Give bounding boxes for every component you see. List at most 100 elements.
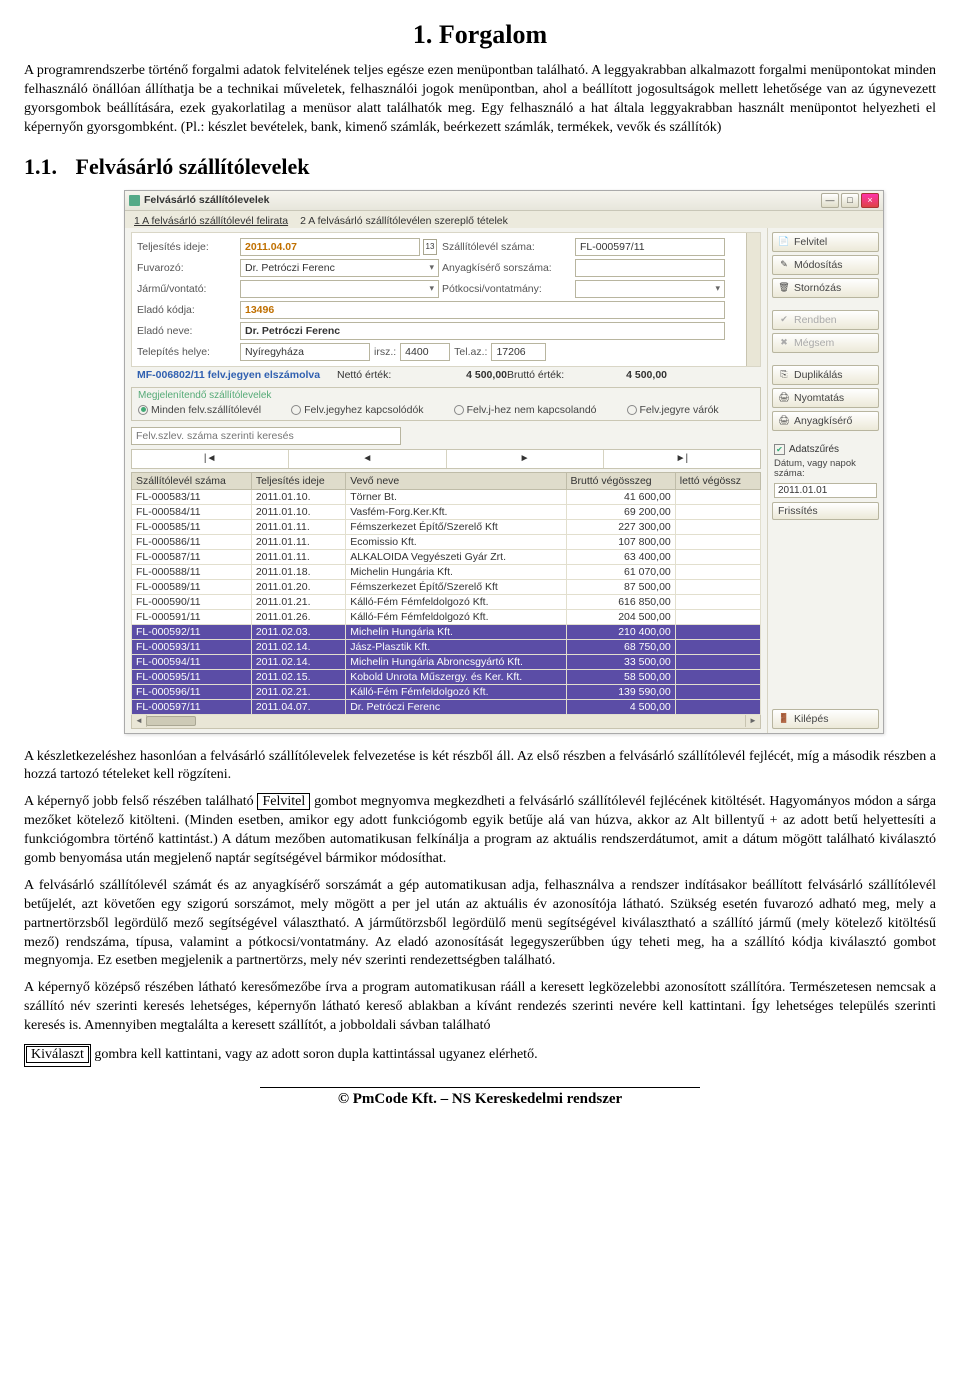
grid-hscroll[interactable] [131, 715, 761, 729]
nav-first[interactable]: |◄ [132, 450, 289, 468]
col-ido[interactable]: Teljesítés ideje [251, 472, 345, 489]
nav-prev[interactable]: ◄ [289, 450, 446, 468]
para-after-4: A képernyő középső részében látható kere… [24, 979, 936, 1036]
lbl-brutto: Bruttó érték: [507, 369, 587, 381]
table-row[interactable]: FL-000597/112011.04.07.Dr. Petróczi Fere… [132, 699, 761, 714]
filter-box: Megjelenítendő szállítólevelek Minden fe… [131, 387, 761, 421]
edit-icon: ✎ [778, 259, 790, 271]
footer-text: © PmCode Kft. – NS Kereskedelmi rendszer [24, 1091, 936, 1108]
fld-elado-kodja[interactable]: 13496 [240, 301, 725, 319]
table-row[interactable]: FL-000596/112011.02.21.Kálló-Fém Fémfeld… [132, 684, 761, 699]
summary-row: MF-006802/11 felv.jegyen elszámolva Nett… [131, 367, 761, 383]
fld-anyagkisero[interactable] [575, 259, 725, 277]
lbl-szallitolevel: Szállítólevél száma: [442, 241, 572, 253]
fld-telaz[interactable]: 17206 [491, 343, 546, 361]
fld-teljesites[interactable]: 2011.04.07 [240, 238, 420, 256]
section-heading: 1.1. Felvásárló szállítólevelek [24, 154, 936, 180]
cancel-icon: 🗑 [778, 282, 790, 294]
btn-frissites[interactable]: Frissítés [772, 502, 879, 520]
table-row[interactable]: FL-000585/112011.01.11.Fémszerkezet Épít… [132, 519, 761, 534]
radio-all[interactable]: Minden felv.szállítólevél [138, 404, 261, 416]
val-netto: 4 500,00 [427, 369, 507, 381]
radio-linked[interactable]: Felv.jegyhez kapcsolódók [291, 404, 423, 416]
tab-header[interactable]: 1 A felvásárló szállítólevél felirata [131, 214, 291, 228]
app-icon [129, 195, 140, 206]
intro-paragraph: A programrendszerbe történő forgalmi ada… [24, 62, 936, 138]
tab-items[interactable]: 2 A felvásárló szállítólevélen szereplő … [297, 214, 511, 228]
right-panel: 📄Felvitel ✎Módosítás 🗑Stornózás ✔Rendben… [767, 228, 883, 733]
table-row[interactable]: FL-000588/112011.01.18.Michelin Hungária… [132, 564, 761, 579]
fld-potkocsi[interactable] [575, 280, 725, 298]
btn-modositas[interactable]: ✎Módosítás [772, 255, 879, 275]
lbl-elado-neve: Eladó neve: [137, 325, 237, 337]
table-row[interactable]: FL-000584/112011.01.10.Vasfém-Forg.Ker.K… [132, 504, 761, 519]
fld-fuvarozo[interactable]: Dr. Petróczi Ferenc [240, 259, 439, 277]
table-row[interactable]: FL-000593/112011.02.14.Jász-Plasztik Kft… [132, 639, 761, 654]
calendar-icon[interactable]: 13 [423, 239, 437, 255]
btn-kilepes[interactable]: 🚪Kilépés [772, 709, 879, 729]
btn-duplikalas[interactable]: ⎘Duplikálás [772, 365, 879, 385]
plus-icon: 📄 [778, 236, 790, 248]
col-szam[interactable]: Szállítólevél száma [132, 472, 252, 489]
radio-waiting[interactable]: Felv.jegyre várók [627, 404, 719, 416]
btn-megsem: ✖Mégsem [772, 333, 879, 353]
para-after-3: A felvásárló szállítólevél számát és az … [24, 877, 936, 971]
app-window: Felvásárló szállítólevelek — □ × 1 A fel… [124, 190, 884, 734]
radio-notlinked[interactable]: Felv.j-hez nem kapcsolandó [454, 404, 597, 416]
lbl-telaz: Tel.az.: [454, 346, 487, 358]
col-vevo[interactable]: Vevő neve [346, 472, 566, 489]
table-row[interactable]: FL-000590/112011.01.21.Kálló-Fém Fémfeld… [132, 594, 761, 609]
btn-nyomtatas[interactable]: 🖨Nyomtatás [772, 388, 879, 408]
chk-adatszures[interactable]: ✔Adatszűrés [772, 443, 879, 456]
table-row[interactable]: FL-000589/112011.01.20.Fémszerkezet Épít… [132, 579, 761, 594]
fld-elado-neve[interactable]: Dr. Petróczi Ferenc [240, 322, 725, 340]
search-row [131, 427, 761, 445]
table-row[interactable]: FL-000587/112011.01.11.ALKALOIDA Vegyész… [132, 549, 761, 564]
check-icon: ✔ [778, 314, 790, 326]
inline-kivalaszt-button: Kiválaszt [24, 1044, 91, 1067]
lbl-irsz: irsz.: [374, 346, 396, 358]
table-row[interactable]: FL-000583/112011.01.10.Törner Bt.41 600,… [132, 489, 761, 504]
window-title: Felvásárló szállítólevelek [144, 194, 270, 206]
col-brutto[interactable]: Bruttó végösszeg [566, 472, 675, 489]
doc-icon: 🖨 [778, 415, 790, 427]
fld-jarmu[interactable] [240, 280, 439, 298]
table-row[interactable]: FL-000594/112011.02.14.Michelin Hungária… [132, 654, 761, 669]
form-scrollbar[interactable] [746, 233, 760, 366]
btn-anyagkisero[interactable]: 🖨Anyagkísérő [772, 411, 879, 431]
table-row[interactable]: FL-000595/112011.02.15.Kobold Unrota Műs… [132, 669, 761, 684]
fld-irsz[interactable]: 4400 [400, 343, 450, 361]
table-row[interactable]: FL-000592/112011.02.03.Michelin Hungária… [132, 624, 761, 639]
maximize-button[interactable]: □ [841, 193, 859, 208]
tab-strip: 1 A felvásárló szállítólevél felirata 2 … [125, 211, 883, 228]
lbl-potkocsi: Pótkocsi/vontatmány: [442, 283, 572, 295]
fld-szallitolevel[interactable]: FL-000597/11 [575, 238, 725, 256]
table-row[interactable]: FL-000591/112011.01.26.Kálló-Fém Fémfeld… [132, 609, 761, 624]
btn-felvitel[interactable]: 📄Felvitel [772, 232, 879, 252]
lbl-fuvarozo: Fuvarozó: [137, 262, 237, 274]
lbl-jarmu: Jármű/vontató: [137, 283, 237, 295]
inline-felvitel-button: Felvitel [257, 793, 310, 810]
nav-next[interactable]: ► [447, 450, 604, 468]
lbl-datum: Dátum, vagy napok száma: [772, 459, 879, 480]
fld-datum[interactable]: 2011.01.01 [774, 483, 877, 498]
summary-code: MF-006802/11 felv.jegyen elszámolva [137, 369, 337, 381]
table-row[interactable]: FL-000586/112011.01.11.Ecomissio Kft.107… [132, 534, 761, 549]
data-grid[interactable]: Szállítólevél száma Teljesítés ideje Vev… [131, 472, 761, 715]
titlebar: Felvásárló szállítólevelek — □ × [125, 191, 883, 211]
para-after-4b: Kiválaszt gombra kell kattintani, vagy a… [24, 1044, 936, 1067]
section-title-text: Felvásárló szállítólevelek [76, 154, 310, 179]
copy-icon: ⎘ [778, 369, 790, 381]
lbl-netto: Nettó érték: [337, 369, 427, 381]
exit-icon: 🚪 [778, 713, 790, 725]
btn-stornozas[interactable]: 🗑Stornózás [772, 278, 879, 298]
nav-last[interactable]: ►| [604, 450, 760, 468]
close-button[interactable]: × [861, 193, 879, 208]
minimize-button[interactable]: — [821, 193, 839, 208]
page-heading: 1. Forgalom [24, 20, 936, 50]
btn-rendben: ✔Rendben [772, 310, 879, 330]
col-netto[interactable]: lettó végössz [675, 472, 760, 489]
fld-telepes[interactable]: Nyíregyháza [240, 343, 370, 361]
val-brutto: 4 500,00 [587, 369, 667, 381]
search-input[interactable] [131, 427, 401, 445]
